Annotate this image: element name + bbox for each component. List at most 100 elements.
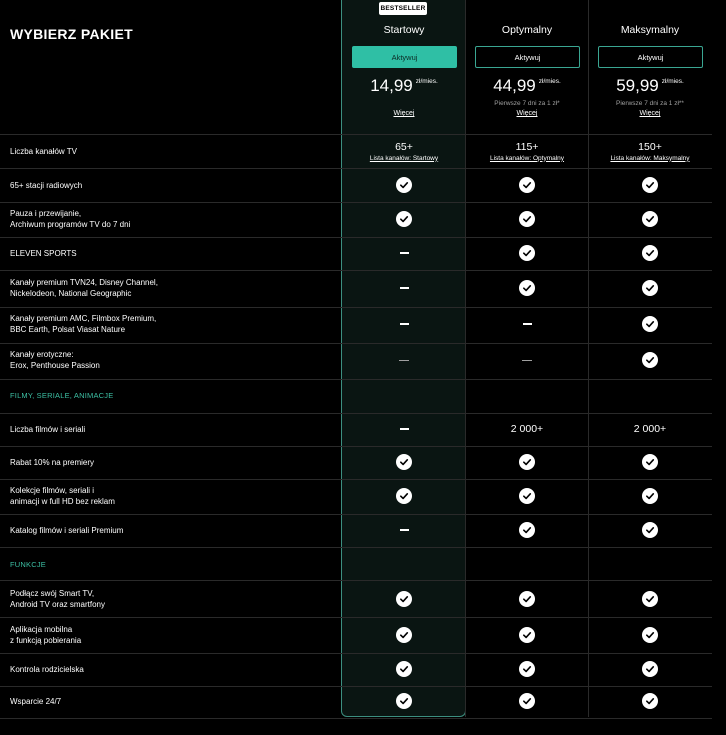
feature-cell <box>342 520 466 540</box>
row-divider <box>0 718 712 719</box>
check-icon <box>519 627 535 643</box>
feature-label: Katalog filmów i seriali Premium <box>10 525 123 536</box>
row-divider <box>0 270 712 271</box>
row-divider <box>0 446 712 447</box>
check-icon <box>519 245 535 261</box>
check-icon <box>519 280 535 296</box>
more-link-optymalny[interactable]: Więcej <box>465 110 589 117</box>
feature-cell <box>342 452 466 472</box>
row-divider <box>0 343 712 344</box>
feature-cell <box>342 175 466 195</box>
promo-optymalny: Pierwsze 7 dni za 1 zł* <box>494 100 560 107</box>
dash-icon <box>522 323 532 325</box>
feature-label-line: Kanały premium TVN24, Disney Channel, <box>10 278 158 287</box>
row-divider <box>0 134 712 135</box>
dash-icon <box>399 252 409 254</box>
check-icon <box>396 454 412 470</box>
check-icon <box>642 627 658 643</box>
feature-cell <box>342 659 466 679</box>
feature-label: Kanały premium AMC, Filmbox Premium, BBC … <box>10 313 156 335</box>
feature-cell <box>342 589 466 609</box>
check-icon <box>642 177 658 193</box>
feature-label-line: Archiwum programów TV do 7 dni <box>10 220 131 229</box>
feature-cell <box>588 243 712 263</box>
feature-label: Kontrola rodzicielska <box>10 664 84 675</box>
check-icon <box>519 522 535 538</box>
feature-label: Kanały erotyczne: Erox, Penthouse Passion <box>10 349 100 371</box>
feature-label: 65+ stacji radiowych <box>10 180 82 191</box>
check-icon <box>396 627 412 643</box>
feature-cell <box>342 278 466 298</box>
row-divider <box>0 413 712 414</box>
plan-name-startowy: Startowy <box>383 24 425 36</box>
check-icon <box>642 280 658 296</box>
feature-cell <box>465 175 589 195</box>
dash-icon <box>399 428 409 430</box>
feature-cell <box>465 589 589 609</box>
channels-cell: 115+ Lista kanałów: Optymalny <box>465 138 589 164</box>
check-icon <box>642 352 658 368</box>
row-divider <box>0 479 712 480</box>
bestseller-badge: BESTSELLER <box>379 2 427 15</box>
feature-label-films: Liczba filmów i seriali <box>10 424 86 434</box>
feature-cell <box>588 175 712 195</box>
check-icon <box>396 693 412 709</box>
feature-cell <box>465 209 589 229</box>
channel-count: 150+ <box>638 140 662 153</box>
feature-label-line: z funkcją pobierania <box>10 636 82 645</box>
feature-cell <box>465 486 589 506</box>
activate-optymalny-button[interactable]: Aktywuj <box>475 46 580 68</box>
channel-list-link[interactable]: Lista kanałów: Startowy <box>370 155 438 162</box>
check-icon <box>642 661 658 677</box>
promo-maksymalny: Pierwsze 7 dni za 1 zł** <box>616 100 684 107</box>
feature-label-line: Kanały erotyczne: <box>10 350 74 359</box>
channel-count: 115+ <box>515 140 539 153</box>
activate-startowy-button[interactable]: Aktywuj <box>352 46 457 68</box>
channel-list-link[interactable]: Lista kanałów: Maksymalny <box>610 155 689 162</box>
feature-label: Aplikacja mobilna z funkcją pobierania <box>10 624 81 646</box>
check-icon <box>396 488 412 504</box>
row-divider <box>0 580 712 581</box>
feature-cell <box>588 486 712 506</box>
row-divider <box>0 686 712 687</box>
feature-cell <box>588 278 712 298</box>
feature-label: Wsparcie 24/7 <box>10 696 61 707</box>
feature-cell <box>588 209 712 229</box>
activate-maksymalny-button[interactable]: Aktywuj <box>598 46 703 68</box>
feature-cell <box>588 350 712 370</box>
more-link-startowy[interactable]: Więcej <box>342 110 466 117</box>
feature-cell <box>465 452 589 472</box>
check-icon <box>519 177 535 193</box>
feature-label-channels: Liczba kanałów TV <box>10 146 77 156</box>
films-cell: 2 000+ <box>588 421 712 437</box>
feature-cell <box>465 625 589 645</box>
plan-name-optymalny: Optymalny <box>501 24 553 36</box>
check-icon <box>519 591 535 607</box>
feature-cell <box>465 278 589 298</box>
channel-list-link[interactable]: Lista kanałów: Optymalny <box>490 155 564 162</box>
feature-cell <box>465 691 589 711</box>
feature-label-line: animacji w full HD bez reklam <box>10 497 115 506</box>
feature-cell <box>588 589 712 609</box>
check-icon <box>642 245 658 261</box>
feature-cell <box>588 314 712 334</box>
check-icon <box>396 211 412 227</box>
more-link-maksymalny[interactable]: Więcej <box>588 110 712 117</box>
row-divider <box>0 237 712 238</box>
feature-label-line: Katalog filmów i seriali Premium <box>10 525 124 535</box>
feature-cell <box>465 350 589 370</box>
feature-label-line: Android TV oraz smartfony <box>10 600 106 609</box>
feature-cell <box>588 625 712 645</box>
plan-name-maksymalny: Maksymalny <box>620 24 680 36</box>
feature-label-line: Wsparcie 24/7 <box>10 696 62 706</box>
channel-count: 65+ <box>395 140 413 153</box>
check-icon <box>642 693 658 709</box>
feature-label-line: Pauza i przewijanie, <box>10 209 82 218</box>
films-count: 2 000+ <box>510 423 544 435</box>
feature-cell <box>588 452 712 472</box>
feature-cell <box>342 314 466 334</box>
feature-cell <box>342 691 466 711</box>
check-icon <box>519 661 535 677</box>
feature-cell <box>342 419 466 439</box>
row-divider <box>0 307 712 308</box>
